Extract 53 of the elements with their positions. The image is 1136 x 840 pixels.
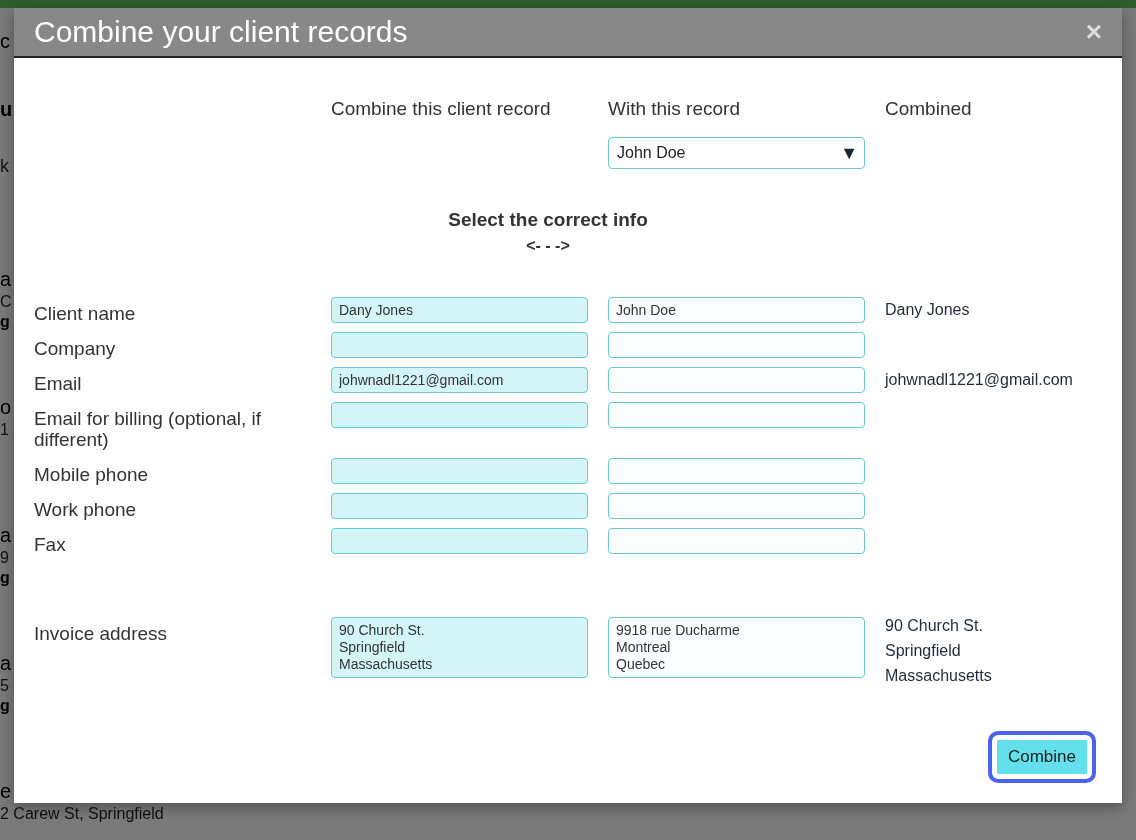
column-heading: Combined (885, 98, 973, 119)
field-label: Company (34, 337, 117, 359)
text-field[interactable] (608, 367, 865, 393)
client-address: 2 Carew St, Springfield (0, 805, 164, 823)
field-label: Work phone (34, 498, 138, 520)
project-status: g (0, 569, 10, 587)
text-field[interactable] (331, 458, 588, 484)
client-name: a (0, 268, 12, 291)
combined-value: johwnadl1221@gmail.com (885, 370, 1073, 390)
project-status: g (0, 313, 10, 331)
app-title: c (0, 30, 10, 54)
record-select[interactable]: John Doe ▼ (608, 137, 865, 169)
client-name: o (0, 396, 12, 419)
field-label: Client name (34, 302, 137, 324)
page-heading: u (0, 98, 13, 122)
select-value: John Doe (617, 144, 686, 162)
field-label: Mobile phone (34, 463, 150, 485)
field-label: Email (34, 372, 83, 394)
caret-icon: ▼ (840, 142, 858, 164)
client-address: C (0, 293, 12, 311)
combined-value: Dany Jones (885, 300, 970, 320)
field-label: Invoice address (34, 622, 169, 646)
text-field[interactable] (608, 493, 865, 519)
search-field[interactable]: k (0, 156, 9, 216)
column-heading: With this record (608, 98, 741, 119)
client-address: 5 (0, 677, 9, 695)
dialog-title: Combine your client records (34, 15, 408, 49)
text-field[interactable] (608, 528, 865, 554)
field-label: Email for billing (optional, if different) (34, 407, 263, 450)
field-label: Fax (34, 533, 67, 555)
client-name: a (0, 524, 12, 547)
text-field[interactable]: 90 Church St. Springfield Massachusetts (331, 617, 588, 678)
text-field[interactable]: Dany Jones (331, 297, 588, 323)
text-field[interactable] (608, 458, 865, 484)
project-status: g (0, 697, 10, 715)
arrow-text: <- - -> (526, 237, 570, 255)
text-field[interactable]: John Doe (608, 297, 865, 323)
instruction-text: Select the correct info (448, 209, 648, 231)
text-field[interactable]: 9918 rue Ducharme Montreal Quebec (608, 617, 865, 678)
client-address: 9 (0, 549, 9, 567)
combined-value: 90 Church St. Springfield Massachusetts (885, 616, 992, 686)
text-field[interactable] (608, 332, 865, 358)
text-field[interactable]: johwnadl1221@gmail.com (331, 367, 588, 393)
text-field[interactable] (331, 402, 588, 428)
client-name: e (0, 780, 12, 803)
client-name: a (0, 652, 12, 675)
client-address: 1 (0, 421, 9, 439)
text-field[interactable] (608, 402, 865, 428)
text-field[interactable] (331, 493, 588, 519)
column-heading: Combine this client record (331, 98, 552, 119)
text-field[interactable] (331, 332, 588, 358)
combine-button[interactable]: Combine (987, 731, 1096, 783)
text-field[interactable] (331, 528, 588, 554)
